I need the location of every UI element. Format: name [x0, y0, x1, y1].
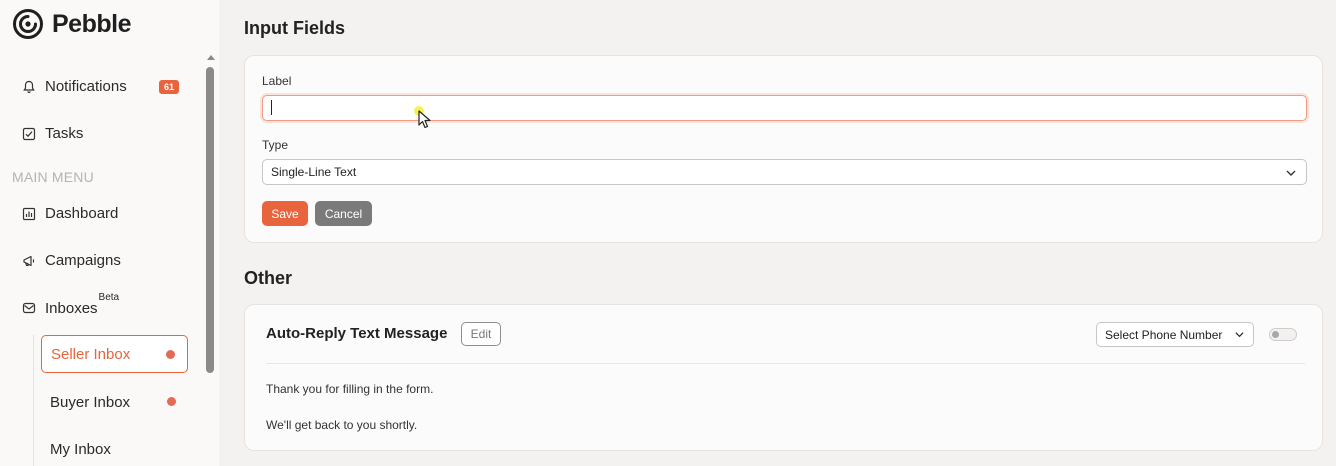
auto-reply-toggle[interactable]: [1269, 328, 1297, 341]
sidebar-item-label: Campaigns: [45, 252, 121, 269]
sidebar-item-label: Dashboard: [45, 205, 119, 222]
input-fields-heading: Input Fields: [244, 18, 345, 38]
pebble-logo-icon: [13, 9, 43, 39]
subnav-divider: [33, 335, 34, 466]
bell-icon: [22, 80, 36, 94]
main-content: Input Fields Label Type Single-Line Text…: [219, 0, 1336, 466]
sidebar-scrollbar[interactable]: [204, 55, 216, 375]
megaphone-icon: [22, 254, 36, 268]
edit-button[interactable]: Edit: [461, 322, 501, 346]
auto-reply-message-line: We'll get back to you shortly.: [266, 418, 418, 432]
checkbox-icon: [22, 127, 36, 141]
scrollbar-thumb[interactable]: [206, 67, 214, 373]
auto-reply-title: Auto-Reply Text Message: [266, 325, 448, 342]
chevron-down-icon: [1235, 332, 1244, 338]
app-logo[interactable]: Pebble: [12, 8, 131, 40]
scroll-up-arrow-icon[interactable]: [207, 55, 215, 60]
text-caret: [271, 100, 272, 115]
phone-number-select[interactable]: Select Phone Number: [1096, 322, 1254, 347]
other-heading: Other: [244, 268, 293, 288]
sidebar-subitem-my-inbox[interactable]: My Inbox: [41, 430, 188, 466]
phone-number-select-value: Select Phone Number: [1105, 327, 1223, 342]
sidebar-item-label: Inboxes: [45, 300, 98, 317]
label-field-label: Label: [262, 74, 292, 88]
mouse-pointer-icon: [418, 110, 431, 129]
sidebar-item-tasks[interactable]: Tasks: [22, 125, 83, 142]
cancel-button[interactable]: Cancel: [315, 201, 372, 226]
sidebar-item-label: Notifications: [45, 78, 127, 95]
unread-dot-icon: [166, 350, 175, 359]
type-select-value: Single-Line Text: [271, 165, 357, 179]
sidebar-item-inboxes[interactable]: InboxesBeta: [22, 292, 119, 317]
auto-reply-card: Auto-Reply Text Message Edit Select Phon…: [244, 304, 1323, 451]
unread-dot-icon: [167, 397, 176, 406]
sidebar-subitem-label: Buyer Inbox: [50, 393, 131, 411]
sidebar-subitem-seller-inbox[interactable]: Seller Inbox: [41, 335, 188, 373]
sidebar-subitem-label: Seller Inbox: [51, 345, 131, 363]
main-menu-section-label: MAIN MENU: [12, 169, 94, 185]
sidebar-item-campaigns[interactable]: Campaigns: [22, 252, 121, 269]
toggle-knob: [1272, 331, 1279, 338]
bar-chart-icon: [22, 207, 36, 221]
sidebar-item-dashboard[interactable]: Dashboard: [22, 205, 118, 222]
input-field-form-card: Label Type Single-Line Text Save Cancel: [244, 55, 1323, 243]
beta-label: Beta: [98, 292, 120, 303]
type-select[interactable]: Single-Line Text: [262, 159, 1307, 185]
auto-reply-message-line: Thank you for filling in the form.: [266, 382, 434, 396]
sidebar-item-notifications[interactable]: Notifications: [22, 78, 127, 95]
sidebar-subitem-label: My Inbox: [50, 440, 111, 458]
sidebar-item-label: Tasks: [45, 125, 84, 142]
chevron-down-icon: [1286, 170, 1296, 176]
sidebar-subitem-buyer-inbox[interactable]: Buyer Inbox: [41, 383, 188, 421]
save-button[interactable]: Save: [262, 201, 308, 226]
app-name: Pebble: [52, 9, 131, 38]
card-divider: [266, 363, 1305, 364]
notifications-count-badge: 61: [159, 80, 180, 94]
inbox-icon: [22, 301, 36, 315]
type-field-label: Type: [262, 138, 289, 152]
sidebar: Pebble Notifications 61 Tasks MAIN MENU …: [0, 0, 219, 466]
